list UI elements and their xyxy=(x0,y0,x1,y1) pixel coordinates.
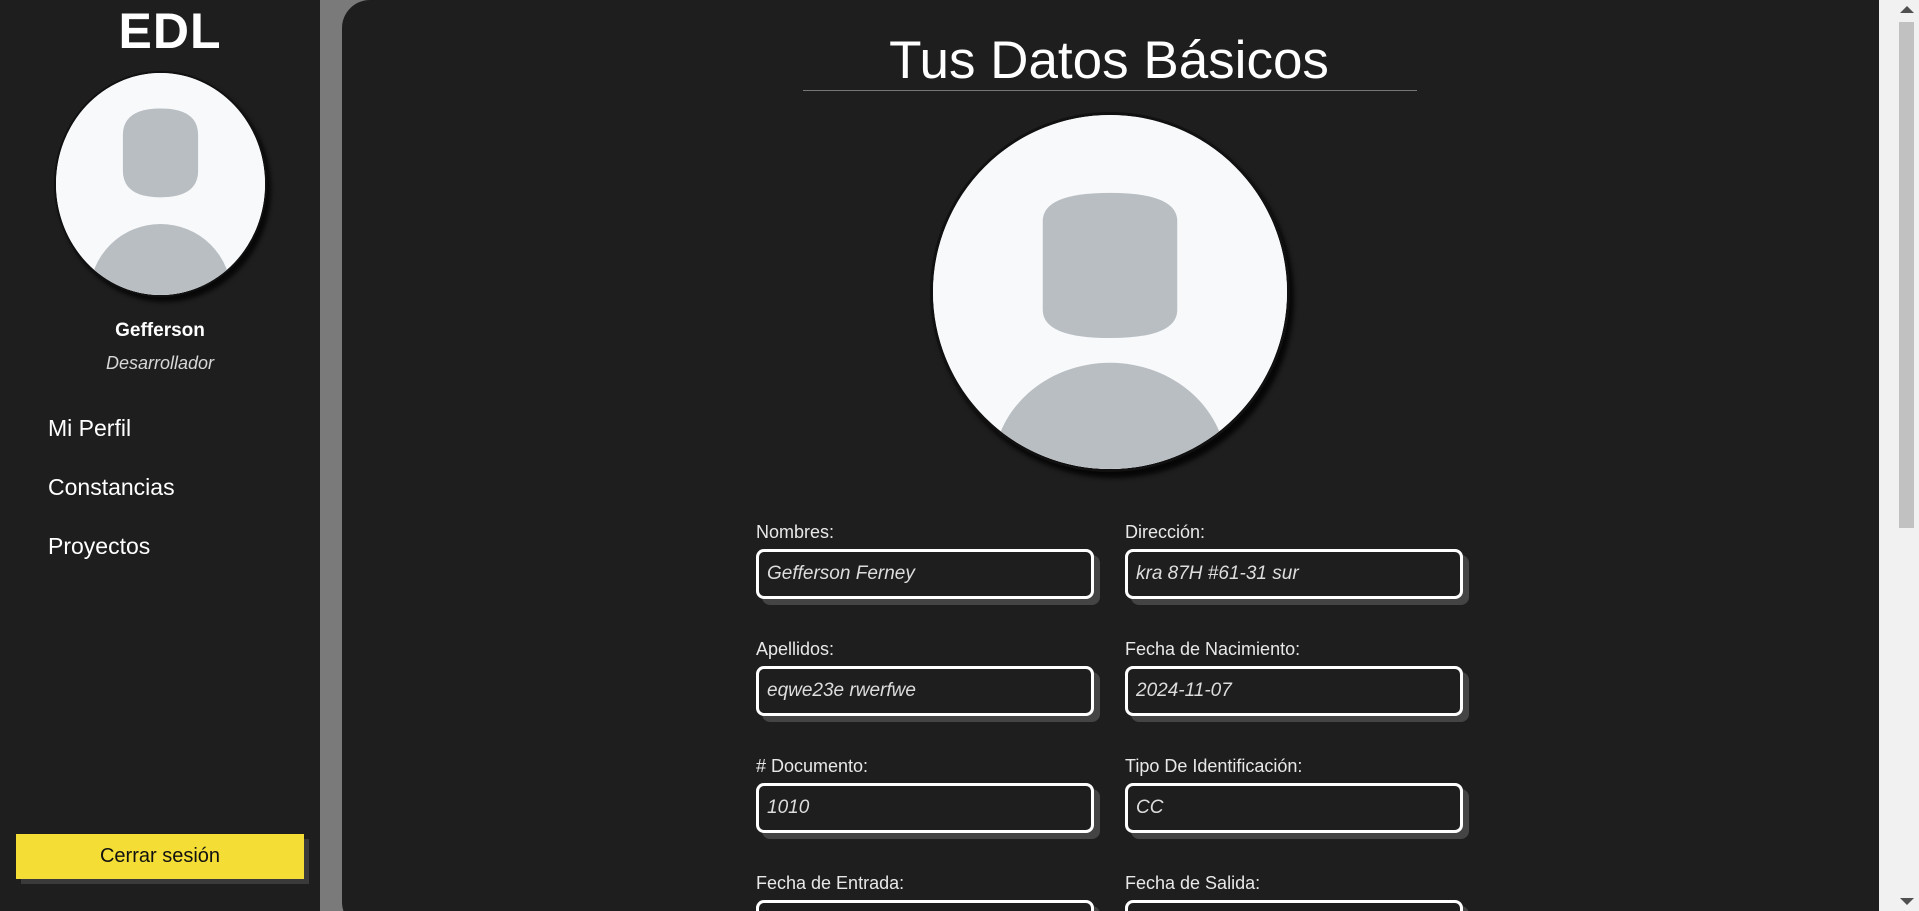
field-tipo-identificacion: Tipo De Identificación: xyxy=(1125,756,1465,833)
documento-label: # Documento: xyxy=(756,756,869,776)
fecha-nacimiento-input[interactable] xyxy=(1125,666,1463,716)
scroll-down-arrow-icon[interactable] xyxy=(1900,898,1914,905)
tipo-identificacion-input[interactable] xyxy=(1125,783,1463,833)
sidebar-item-mi-perfil[interactable]: Mi Perfil xyxy=(48,410,175,469)
fecha-salida-input[interactable] xyxy=(1125,900,1463,911)
logout-button[interactable]: Cerrar sesión xyxy=(16,834,304,879)
direccion-label: Dirección: xyxy=(1125,522,1206,542)
sidebar: EDL Gefferson Desarrollador Mi Perfil Co… xyxy=(0,0,320,911)
nombres-label: Nombres: xyxy=(756,522,835,542)
user-name: Gefferson xyxy=(115,320,205,341)
field-fecha-salida: Fecha de Salida: xyxy=(1125,873,1465,911)
main-panel: Tus Datos Básicos Nombres: Dirección: Ap… xyxy=(342,0,1879,911)
sidebar-item-constancias[interactable]: Constancias xyxy=(48,469,175,528)
tipo-identificacion-label: Tipo De Identificación: xyxy=(1125,756,1303,776)
field-fecha-entrada: Fecha de Entrada: xyxy=(756,873,1096,911)
sidebar-item-proyectos[interactable]: Proyectos xyxy=(48,528,175,587)
field-fecha-nacimiento: Fecha de Nacimiento: xyxy=(1125,639,1465,716)
scrollbar-thumb[interactable] xyxy=(1899,22,1914,528)
sidebar-nav: Mi Perfil Constancias Proyectos xyxy=(48,410,175,587)
scroll-up-arrow-icon[interactable] xyxy=(1900,6,1914,13)
documento-input[interactable] xyxy=(756,783,1094,833)
field-apellidos: Apellidos: xyxy=(756,639,1096,716)
brand-logo: EDL xyxy=(118,3,222,59)
apellidos-label: Apellidos: xyxy=(756,639,835,659)
title-divider xyxy=(803,90,1417,91)
sidebar-avatar-icon xyxy=(54,71,267,297)
apellidos-input[interactable] xyxy=(756,666,1094,716)
fecha-nacimiento-label: Fecha de Nacimiento: xyxy=(1125,639,1301,659)
page-title: Tus Datos Básicos xyxy=(889,31,1329,90)
direccion-input[interactable] xyxy=(1125,549,1463,599)
field-nombres: Nombres: xyxy=(756,522,1096,599)
profile-avatar-icon xyxy=(930,112,1290,472)
fecha-entrada-label: Fecha de Entrada: xyxy=(756,873,905,893)
user-role: Desarrollador xyxy=(105,353,215,373)
fecha-entrada-input[interactable] xyxy=(756,900,1094,911)
field-documento: # Documento: xyxy=(756,756,1096,833)
nombres-input[interactable] xyxy=(756,549,1094,599)
fecha-salida-label: Fecha de Salida: xyxy=(1125,873,1261,893)
field-direccion: Dirección: xyxy=(1125,522,1465,599)
page-scrollbar[interactable] xyxy=(1879,0,1919,911)
